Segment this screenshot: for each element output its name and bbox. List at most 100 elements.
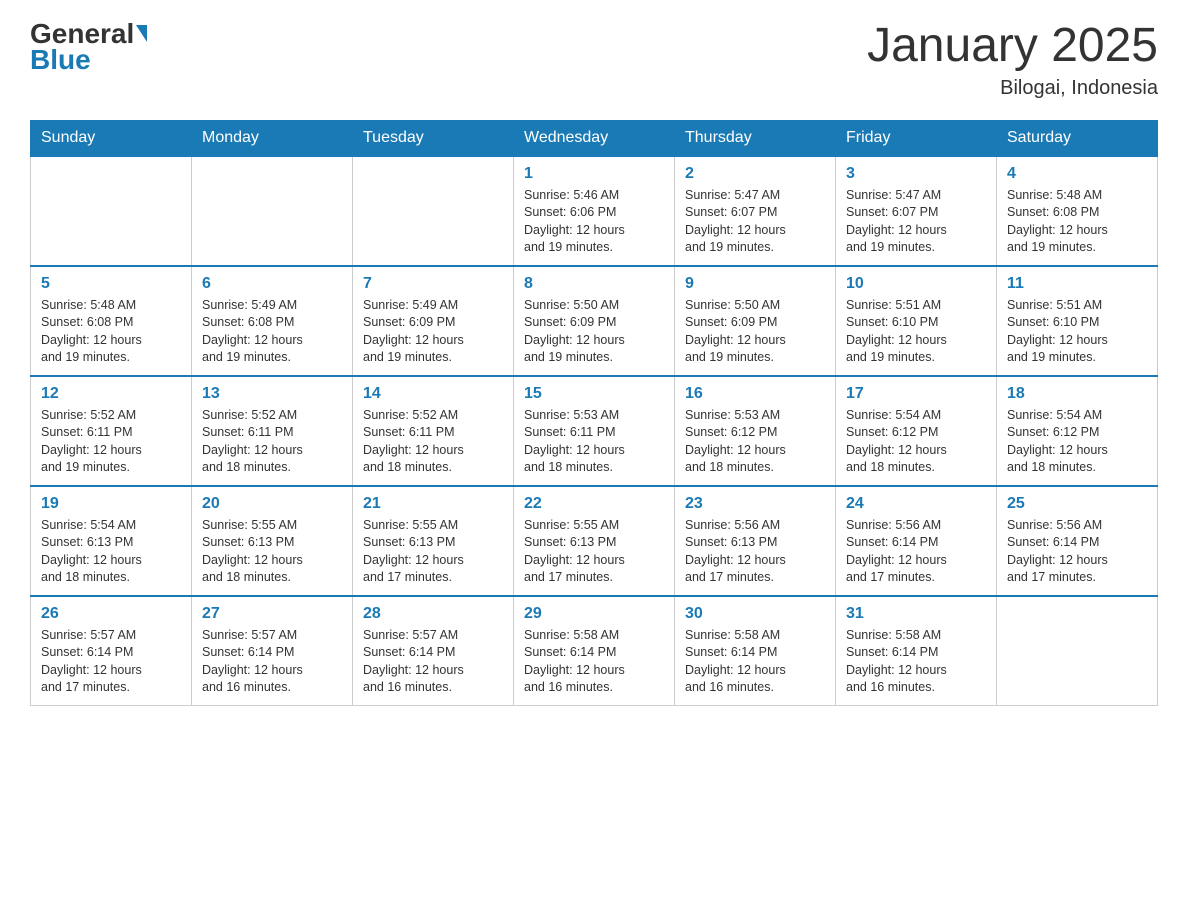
day-info: Sunrise: 5:58 AMSunset: 6:14 PMDaylight:…: [846, 627, 986, 697]
calendar-cell: [31, 156, 192, 266]
day-number: 23: [685, 495, 825, 513]
day-info: Sunrise: 5:47 AMSunset: 6:07 PMDaylight:…: [846, 187, 986, 257]
day-number: 19: [41, 495, 181, 513]
day-number: 13: [202, 385, 342, 403]
calendar-cell: 12Sunrise: 5:52 AMSunset: 6:11 PMDayligh…: [31, 376, 192, 486]
calendar-cell: 11 Sunrise: 5:51 AMSunset: 6:10 PMDayligh…: [997, 266, 1158, 376]
logo-blue-text: Blue: [30, 44, 91, 76]
day-number: 5: [41, 275, 181, 293]
calendar-cell: 23Sunrise: 5:56 AMSunset: 6:13 PMDayligh…: [675, 486, 836, 596]
weekday-header-saturday: Saturday: [997, 120, 1158, 156]
calendar-cell: 3 Sunrise: 5:47 AMSunset: 6:07 PMDaylight…: [836, 156, 997, 266]
calendar-cell: 22Sunrise: 5:55 AMSunset: 6:13 PMDayligh…: [514, 486, 675, 596]
calendar-cell: 14Sunrise: 5:52 AMSunset: 6:11 PMDayligh…: [353, 376, 514, 486]
day-info: Sunrise: 5:58 AMSunset: 6:14 PMDaylight:…: [685, 627, 825, 697]
day-info: Sunrise: 5:55 AMSunset: 6:13 PMDaylight:…: [202, 517, 342, 587]
day-info: Sunrise: 5:57 AMSunset: 6:14 PMDaylight:…: [363, 627, 503, 697]
day-number: 3: [846, 165, 986, 183]
weekday-header-tuesday: Tuesday: [353, 120, 514, 156]
day-number: 31: [846, 605, 986, 623]
weekday-header-wednesday: Wednesday: [514, 120, 675, 156]
calendar-week-5: 26 Sunrise: 5:57 AMSunset: 6:14 PMDayligh…: [31, 596, 1158, 706]
calendar-header: SundayMondayTuesdayWednesdayThursdayFrid…: [31, 120, 1158, 156]
calendar-cell: 4Sunrise: 5:48 AMSunset: 6:08 PMDaylight…: [997, 156, 1158, 266]
weekday-header-friday: Friday: [836, 120, 997, 156]
calendar-body: 1 Sunrise: 5:46 AMSunset: 6:06 PMDaylight…: [31, 156, 1158, 706]
day-info: Sunrise: 5:49 AMSunset: 6:08 PMDaylight:…: [202, 297, 342, 367]
day-number: 9: [685, 275, 825, 293]
day-info: Sunrise: 5:56 AMSunset: 6:14 PMDaylight:…: [1007, 517, 1147, 587]
day-number: 10: [846, 275, 986, 293]
day-number: 16: [685, 385, 825, 403]
weekday-row: SundayMondayTuesdayWednesdayThursdayFrid…: [31, 120, 1158, 156]
calendar-week-1: 1 Sunrise: 5:46 AMSunset: 6:06 PMDaylight…: [31, 156, 1158, 266]
day-info: Sunrise: 5:56 AMSunset: 6:14 PMDaylight:…: [846, 517, 986, 587]
logo-arrow-icon: [136, 25, 147, 42]
calendar-cell: 28 Sunrise: 5:57 AMSunset: 6:14 PMDayligh…: [353, 596, 514, 706]
calendar-cell: 15 Sunrise: 5:53 AMSunset: 6:11 PMDayligh…: [514, 376, 675, 486]
page-header: General Blue January 2025 Bilogai, Indon…: [30, 20, 1158, 100]
day-info: Sunrise: 5:50 AMSunset: 6:09 PMDaylight:…: [524, 297, 664, 367]
day-info: Sunrise: 5:48 AMSunset: 6:08 PMDaylight:…: [41, 297, 181, 367]
day-number: 7: [363, 275, 503, 293]
calendar-table: SundayMondayTuesdayWednesdayThursdayFrid…: [30, 120, 1158, 706]
calendar-cell: 17Sunrise: 5:54 AMSunset: 6:12 PMDayligh…: [836, 376, 997, 486]
day-info: Sunrise: 5:54 AMSunset: 6:12 PMDaylight:…: [1007, 407, 1147, 477]
calendar-week-2: 5 Sunrise: 5:48 AMSunset: 6:08 PMDaylight…: [31, 266, 1158, 376]
calendar-cell: 6Sunrise: 5:49 AMSunset: 6:08 PMDaylight…: [192, 266, 353, 376]
day-number: 20: [202, 495, 342, 513]
day-info: Sunrise: 5:57 AMSunset: 6:14 PMDaylight:…: [41, 627, 181, 697]
calendar-cell: 7 Sunrise: 5:49 AMSunset: 6:09 PMDaylight…: [353, 266, 514, 376]
day-info: Sunrise: 5:54 AMSunset: 6:13 PMDaylight:…: [41, 517, 181, 587]
calendar-week-4: 19 Sunrise: 5:54 AMSunset: 6:13 PMDayligh…: [31, 486, 1158, 596]
calendar-cell: 13 Sunrise: 5:52 AMSunset: 6:11 PMDayligh…: [192, 376, 353, 486]
calendar-cell: [353, 156, 514, 266]
title-block: January 2025 Bilogai, Indonesia: [867, 20, 1158, 100]
day-number: 24: [846, 495, 986, 513]
calendar-cell: 1 Sunrise: 5:46 AMSunset: 6:06 PMDaylight…: [514, 156, 675, 266]
calendar-week-3: 12 Sunrise: 5:52 AMSunset: 6:11 PMDayligh…: [31, 376, 1158, 486]
day-info: Sunrise: 5:55 AMSunset: 6:13 PMDaylight:…: [363, 517, 503, 587]
day-info: Sunrise: 5:58 AMSunset: 6:14 PMDaylight:…: [524, 627, 664, 697]
day-number: 15: [524, 385, 664, 403]
day-info: Sunrise: 5:46 AMSunset: 6:06 PMDaylight:…: [524, 187, 664, 257]
day-number: 14: [363, 385, 503, 403]
day-number: 11: [1007, 275, 1147, 293]
day-info: Sunrise: 5:53 AMSunset: 6:12 PMDaylight:…: [685, 407, 825, 477]
weekday-header-sunday: Sunday: [31, 120, 192, 156]
month-title: January 2025: [867, 20, 1158, 73]
day-number: 28: [363, 605, 503, 623]
weekday-header-thursday: Thursday: [675, 120, 836, 156]
day-info: Sunrise: 5:51 AMSunset: 6:10 PMDaylight:…: [1007, 297, 1147, 367]
logo: General Blue: [30, 20, 147, 76]
calendar-cell: 8 Sunrise: 5:50 AMSunset: 6:09 PMDaylight…: [514, 266, 675, 376]
day-number: 29: [524, 605, 664, 623]
day-number: 18: [1007, 385, 1147, 403]
day-number: 1: [524, 165, 664, 183]
calendar-cell: 25 Sunrise: 5:56 AMSunset: 6:14 PMDayligh…: [997, 486, 1158, 596]
calendar-cell: 5 Sunrise: 5:48 AMSunset: 6:08 PMDaylight…: [31, 266, 192, 376]
day-number: 8: [524, 275, 664, 293]
day-number: 22: [524, 495, 664, 513]
calendar-cell: 16 Sunrise: 5:53 AMSunset: 6:12 PMDayligh…: [675, 376, 836, 486]
calendar-cell: 10Sunrise: 5:51 AMSunset: 6:10 PMDayligh…: [836, 266, 997, 376]
weekday-header-monday: Monday: [192, 120, 353, 156]
day-number: 12: [41, 385, 181, 403]
calendar-cell: 20 Sunrise: 5:55 AMSunset: 6:13 PMDayligh…: [192, 486, 353, 596]
calendar-cell: 30 Sunrise: 5:58 AMSunset: 6:14 PMDayligh…: [675, 596, 836, 706]
calendar-cell: 31 Sunrise: 5:58 AMSunset: 6:14 PMDayligh…: [836, 596, 997, 706]
calendar-cell: 9Sunrise: 5:50 AMSunset: 6:09 PMDaylight…: [675, 266, 836, 376]
day-info: Sunrise: 5:52 AMSunset: 6:11 PMDaylight:…: [202, 407, 342, 477]
calendar-cell: 27Sunrise: 5:57 AMSunset: 6:14 PMDayligh…: [192, 596, 353, 706]
day-info: Sunrise: 5:47 AMSunset: 6:07 PMDaylight:…: [685, 187, 825, 257]
day-info: Sunrise: 5:53 AMSunset: 6:11 PMDaylight:…: [524, 407, 664, 477]
calendar-cell: [192, 156, 353, 266]
location-text: Bilogai, Indonesia: [867, 77, 1158, 100]
day-number: 17: [846, 385, 986, 403]
calendar-cell: 2Sunrise: 5:47 AMSunset: 6:07 PMDaylight…: [675, 156, 836, 266]
day-number: 25: [1007, 495, 1147, 513]
day-number: 26: [41, 605, 181, 623]
day-info: Sunrise: 5:57 AMSunset: 6:14 PMDaylight:…: [202, 627, 342, 697]
day-number: 30: [685, 605, 825, 623]
day-info: Sunrise: 5:49 AMSunset: 6:09 PMDaylight:…: [363, 297, 503, 367]
